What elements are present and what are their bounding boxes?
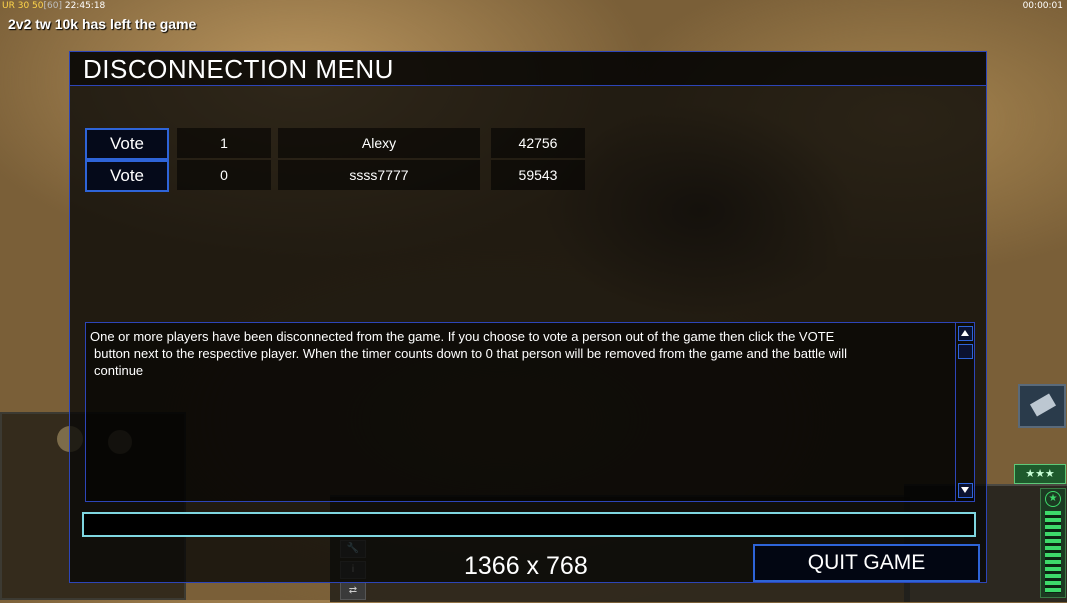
vote-button[interactable]: Vote bbox=[85, 128, 169, 160]
message-text: One or more players have been disconnect… bbox=[90, 328, 950, 379]
dialog-title-bar: DISCONNECTION MENU bbox=[70, 52, 986, 86]
scroll-up-icon[interactable] bbox=[958, 326, 973, 341]
scroll-down-icon[interactable] bbox=[958, 483, 973, 498]
player-left-notice: 2v2 tw 10k has left the game bbox=[8, 16, 197, 32]
vote-count: 0 bbox=[177, 160, 271, 190]
quit-game-button[interactable]: QUIT GAME bbox=[753, 544, 980, 582]
message-line: button next to the respective player. Wh… bbox=[94, 346, 847, 361]
ur-label: UR bbox=[2, 1, 15, 11]
vote-button[interactable]: Vote bbox=[85, 160, 169, 192]
star-icon: ★ bbox=[1045, 491, 1061, 507]
scroll-thumb[interactable] bbox=[958, 344, 973, 359]
satellite-icon[interactable] bbox=[1018, 384, 1066, 428]
local-time: 22:45:18 bbox=[64, 1, 106, 11]
disconnect-timer: 59543 bbox=[491, 160, 585, 190]
message-line: continue bbox=[94, 363, 144, 378]
player-name: Alexy bbox=[278, 128, 480, 158]
dialog-title: DISCONNECTION MENU bbox=[83, 54, 394, 84]
rank-badge: ★★★ bbox=[1014, 464, 1066, 484]
exchange-icon[interactable]: ⇄ bbox=[340, 582, 366, 600]
fps-current: 50 bbox=[32, 1, 44, 11]
message-line: One or more players have been disconnect… bbox=[90, 329, 835, 344]
message-scrollbar[interactable] bbox=[955, 323, 974, 501]
disconnect-timer: 42756 bbox=[491, 128, 585, 158]
power-bars bbox=[1045, 511, 1061, 593]
message-box: One or more players have been disconnect… bbox=[85, 322, 975, 502]
countdown-text: 1366 x 768 bbox=[464, 552, 588, 580]
fps-value: 30 bbox=[17, 1, 30, 11]
fps-cap: [60] bbox=[43, 1, 62, 11]
chat-input[interactable] bbox=[82, 512, 976, 537]
player-name: ssss7777 bbox=[278, 160, 480, 190]
disconnection-dialog: DISCONNECTION MENU Vote 1 Alexy 42756 Vo… bbox=[69, 51, 987, 583]
vote-count: 1 bbox=[177, 128, 271, 158]
game-timer: 00:00:01 bbox=[1022, 1, 1063, 11]
power-meter: ★ bbox=[1040, 488, 1066, 598]
performance-stats: UR 30 50[60] 22:45:18 bbox=[2, 0, 105, 12]
top-hud: UR 30 50[60] 22:45:18 00:00:01 bbox=[0, 0, 1067, 12]
